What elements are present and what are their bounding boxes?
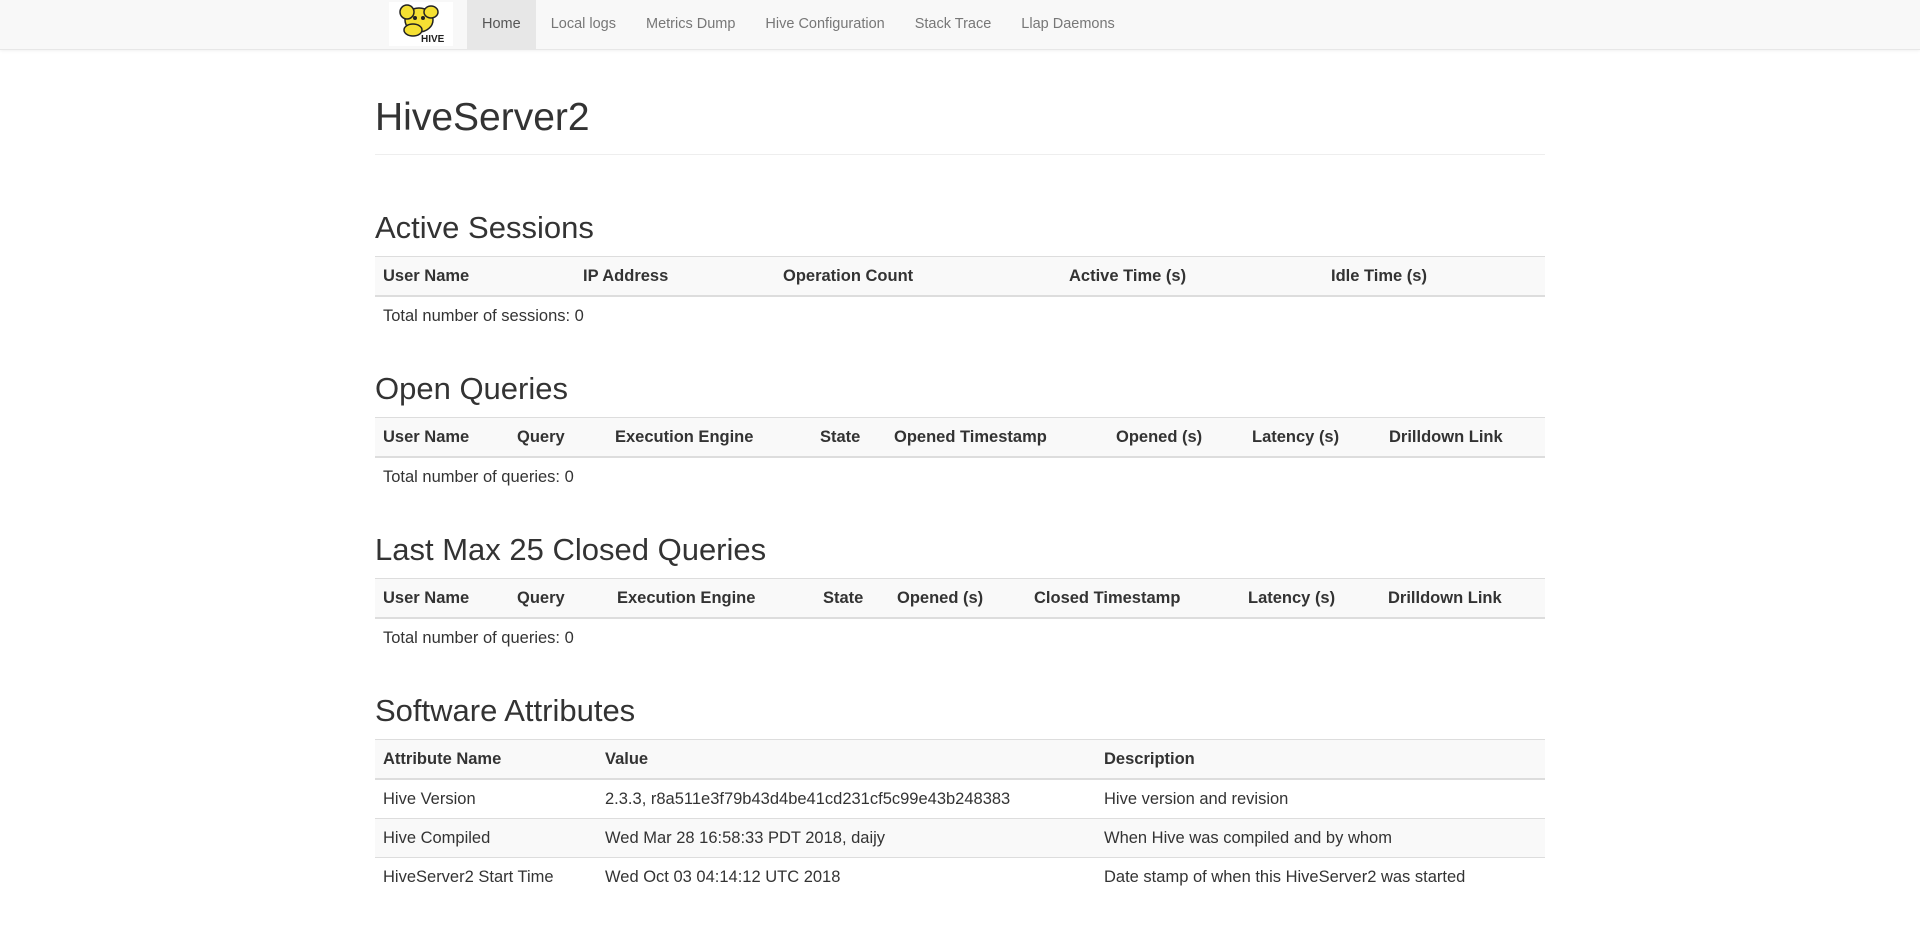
column-header: Latency (s) (1244, 417, 1381, 459)
column-header: Operation Count (775, 255, 1061, 297)
active-sessions-section: Active Sessions User Name IP Address Ope… (375, 209, 1545, 335)
page-title: HiveServer2 (375, 96, 590, 139)
table-header-row: User Name Query Execution Engine State O… (375, 578, 1545, 620)
attribute-description: Date stamp of when this HiveServer2 was … (1096, 857, 1545, 897)
column-header: User Name (375, 578, 509, 620)
nav-llap-daemons[interactable]: Llap Daemons (1006, 0, 1130, 49)
column-header: Opened (s) (889, 578, 1026, 620)
attribute-value: 2.3.3, r8a511e3f79b43d4be41cd231cf5c99e4… (605, 790, 1011, 809)
open-queries-section: Open Queries User Name Query Execution E… (375, 370, 1545, 496)
active-sessions-title: Active Sessions (375, 209, 594, 245)
table-header-row: User Name IP Address Operation Count Act… (375, 255, 1545, 297)
column-header: Closed Timestamp (1026, 578, 1240, 620)
column-header: Value (597, 739, 1096, 781)
column-header: Idle Time (s) (1323, 255, 1545, 297)
column-header: State (812, 417, 886, 459)
open-queries-total: Total number of queries: 0 (383, 468, 574, 487)
open-queries-table: User Name Query Execution Engine State O… (375, 417, 1545, 496)
column-header: Active Time (s) (1061, 255, 1323, 297)
column-header: Latency (s) (1240, 578, 1380, 620)
main-container: HiveServer2 Active Sessions User Name IP… (375, 49, 1545, 897)
table-header-row: User Name Query Execution Engine State O… (375, 417, 1545, 459)
attribute-value: Wed Oct 03 04:14:12 UTC 2018 (597, 857, 1096, 897)
column-header: User Name (375, 417, 509, 459)
attribute-name: Hive Compiled (375, 818, 597, 858)
nav-local-logs[interactable]: Local logs (536, 0, 631, 49)
attribute-name: HiveServer2 Start Time (375, 857, 597, 897)
column-header: Query (509, 417, 607, 459)
closed-queries-title: Last Max 25 Closed Queries (375, 532, 767, 568)
hive-bee-icon: HIVE (389, 2, 453, 46)
closed-queries-section: Last Max 25 Closed Queries User Name Que… (375, 532, 1545, 657)
page-header: HiveServer2 (375, 49, 1545, 155)
nav-metrics-dump[interactable]: Metrics Dump (631, 0, 750, 49)
sessions-total: Total number of sessions: 0 (383, 306, 584, 325)
software-attributes-table: Attribute Name Value Description Hive Ve… (375, 739, 1545, 897)
table-row: Total number of queries: 0 (375, 618, 1545, 657)
column-header: Description (1096, 739, 1545, 781)
table-row: Total number of queries: 0 (375, 457, 1545, 496)
table-row: HiveServer2 Start Time Wed Oct 03 04:14:… (375, 857, 1545, 897)
column-header: Drilldown Link (1380, 578, 1545, 620)
column-header: Drilldown Link (1381, 417, 1545, 459)
hive-logo[interactable]: HIVE (389, 2, 453, 46)
column-header: User Name (375, 255, 575, 297)
attribute-description: When Hive was compiled and by whom (1096, 818, 1545, 858)
software-attributes-title: Software Attributes (375, 693, 636, 729)
table-row: Total number of sessions: 0 (375, 296, 1545, 335)
closed-queries-table: User Name Query Execution Engine State O… (375, 578, 1545, 657)
column-header: Execution Engine (609, 578, 815, 620)
attribute-value: Wed Mar 28 16:58:33 PDT 2018, daijy (597, 818, 1096, 858)
nav-hive-configuration[interactable]: Hive Configuration (750, 0, 899, 49)
table-row: Hive Version 2.3.3, r8a511e3f79b43d4be41… (375, 779, 1545, 819)
column-header: IP Address (575, 255, 775, 297)
nav-inner: HIVE Home Local logs Metrics Dump Hive C… (389, 0, 1130, 49)
column-header: Query (509, 578, 609, 620)
table-row: Hive Compiled Wed Mar 28 16:58:33 PDT 20… (375, 818, 1545, 858)
column-header: Execution Engine (607, 417, 812, 459)
software-attributes-section: Software Attributes Attribute Name Value… (375, 693, 1545, 897)
column-header: Opened (s) (1108, 417, 1244, 459)
nav-home[interactable]: Home (467, 0, 536, 49)
top-navbar: HIVE Home Local logs Metrics Dump Hive C… (0, 0, 1920, 50)
attribute-name: Hive Version (383, 790, 476, 809)
active-sessions-table: User Name IP Address Operation Count Act… (375, 255, 1545, 335)
closed-queries-total: Total number of queries: 0 (383, 629, 574, 648)
open-queries-title: Open Queries (375, 370, 568, 406)
nav-stack-trace[interactable]: Stack Trace (900, 0, 1007, 49)
column-header: Attribute Name (375, 739, 597, 781)
table-header-row: Attribute Name Value Description (375, 739, 1545, 781)
column-header: State (815, 578, 889, 620)
attribute-description: Hive version and revision (1104, 790, 1289, 809)
logo-wordmark: HIVE (421, 34, 445, 45)
column-header: Opened Timestamp (886, 417, 1108, 459)
